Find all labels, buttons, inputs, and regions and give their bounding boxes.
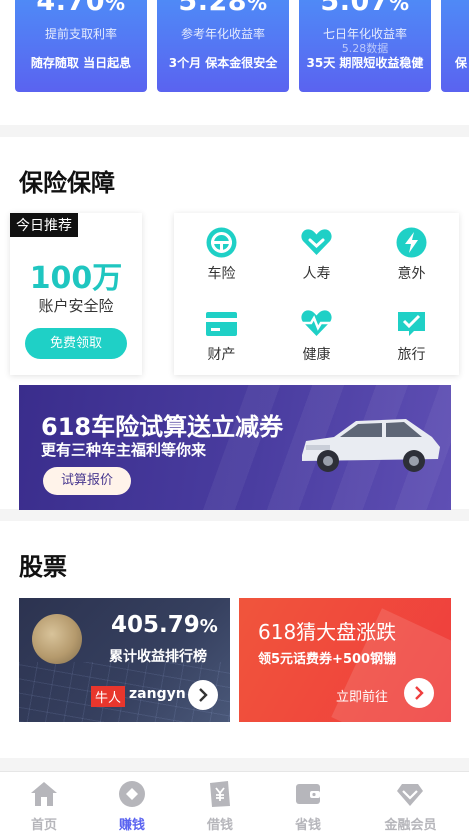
insurance-name: 账户安全险 bbox=[38, 297, 114, 315]
tab-earn[interactable]: 赚钱 bbox=[88, 772, 176, 837]
rate-desc: 随存随取 当日起息 bbox=[30, 56, 132, 70]
category-label: 财产 bbox=[207, 347, 236, 363]
heart-icon bbox=[301, 229, 332, 255]
tab-label: 借钱 bbox=[206, 818, 233, 833]
rate-desc: 保 bbox=[455, 56, 468, 70]
return-unit: % bbox=[199, 616, 218, 637]
rate-desc: 35天 期限短收益稳健 bbox=[306, 56, 424, 70]
yen-book-icon bbox=[210, 781, 230, 807]
chevron-right-icon bbox=[199, 688, 208, 702]
arrow-right-button[interactable] bbox=[188, 680, 218, 710]
insurance-category-grid: 车险 人寿 意外 财产 健康 旅行 bbox=[174, 213, 459, 375]
free-claim-button[interactable]: 免费领取 bbox=[25, 328, 127, 359]
tab-borrow[interactable]: 借钱 bbox=[176, 772, 264, 837]
section-title: 股票 bbox=[19, 553, 67, 581]
ranking-card[interactable]: 405.79% 累计收益排行榜 牛人 zangyn bbox=[19, 598, 230, 722]
return-percent: 405.79 bbox=[111, 612, 200, 638]
rate-unit: % bbox=[389, 0, 410, 15]
category-travel[interactable]: 旅行 bbox=[364, 294, 459, 375]
category-car[interactable]: 车险 bbox=[174, 213, 269, 294]
rate-unit: % bbox=[105, 0, 126, 15]
home-icon bbox=[31, 782, 57, 806]
check-flag-icon bbox=[398, 312, 425, 336]
banner-headline: 618车险试算送立减券 bbox=[41, 413, 284, 441]
rate-value: 5.07 bbox=[320, 0, 390, 17]
guess-market-card[interactable]: 618猜大盘涨跌 领5元话费券+500钢镚 立即前往 bbox=[239, 598, 451, 722]
tab-save[interactable]: 省钱 bbox=[264, 772, 352, 837]
category-label: 人寿 bbox=[302, 266, 331, 282]
page: 4.70% 提前支取利率 随存随取 当日起息 5.28% 参考年化收益率 3个月… bbox=[0, 0, 469, 837]
rate-card-3[interactable]: 5.07% 七日年化收益率 5.28数据 35天 期限短收益稳健 bbox=[299, 0, 431, 92]
rate-card-2[interactable]: 5.28% 参考年化收益率 3个月 保本金很安全 bbox=[157, 0, 289, 92]
rate-value: 5.28 bbox=[178, 0, 248, 17]
username: zangyn bbox=[129, 686, 186, 702]
tab-membership[interactable]: 金融会员 bbox=[352, 772, 469, 837]
card-icon bbox=[206, 312, 237, 336]
rate-value: 4.70 bbox=[36, 0, 106, 17]
quote-button[interactable]: 试算报价 bbox=[43, 467, 131, 495]
diamond-icon bbox=[397, 784, 423, 806]
lightning-icon bbox=[396, 227, 427, 258]
category-property[interactable]: 财产 bbox=[174, 294, 269, 375]
category-health[interactable]: 健康 bbox=[269, 294, 364, 375]
rate-card-1[interactable]: 4.70% 提前支取利率 随存随取 当日起息 bbox=[15, 0, 147, 92]
car-illustration bbox=[302, 419, 440, 472]
tab-home[interactable]: 首页 bbox=[0, 772, 88, 837]
category-accident[interactable]: 意外 bbox=[364, 213, 459, 294]
category-life[interactable]: 人寿 bbox=[269, 213, 364, 294]
expert-tag: 牛人 bbox=[91, 686, 126, 707]
insurance-amount: 100万 bbox=[29, 261, 123, 296]
car-insurance-banner[interactable]: 618车险试算送立减券 更有三种车主福利等你来 试算报价 bbox=[19, 385, 451, 510]
rate-cards-row[interactable]: 4.70% 提前支取利率 随存随取 当日起息 5.28% 参考年化收益率 3个月… bbox=[0, 0, 469, 125]
section-title: 保险保障 bbox=[19, 169, 115, 197]
guess-subtitle: 领5元话费券+500钢镚 bbox=[258, 652, 397, 667]
tab-label: 赚钱 bbox=[118, 818, 145, 833]
category-label: 旅行 bbox=[397, 347, 426, 363]
wallet-icon bbox=[296, 784, 320, 804]
category-label: 健康 bbox=[302, 347, 331, 363]
guess-title: 618猜大盘涨跌 bbox=[258, 620, 397, 644]
today-recommend-tag: 今日推荐 bbox=[10, 213, 78, 237]
rate-desc: 3个月 保本金很安全 bbox=[168, 56, 278, 70]
coin-icon bbox=[119, 781, 145, 807]
rate-label: 提前支取利率 bbox=[44, 27, 117, 41]
ranking-label: 累计收益排行榜 bbox=[109, 649, 207, 665]
rate-unit: % bbox=[247, 0, 268, 15]
avatar bbox=[32, 614, 82, 664]
category-label: 意外 bbox=[397, 266, 426, 282]
bottom-tab-bar: 首页 赚钱 借钱 省钱 金融会员 bbox=[0, 771, 469, 837]
banner-subline: 更有三种车主福利等你来 bbox=[41, 441, 207, 459]
tab-label: 金融会员 bbox=[384, 818, 437, 833]
go-now-label: 立即前往 bbox=[336, 690, 389, 705]
tab-label: 省钱 bbox=[294, 818, 321, 833]
featured-insurance-card[interactable]: 今日推荐 100万 账户安全险 免费领取 bbox=[10, 213, 142, 375]
category-label: 车险 bbox=[207, 266, 236, 282]
rate-card-4[interactable]: 保 bbox=[441, 0, 469, 92]
steering-wheel-icon bbox=[206, 227, 237, 258]
arrow-right-button[interactable] bbox=[404, 678, 434, 708]
rate-label: 参考年化收益率 bbox=[180, 27, 265, 41]
heart-pulse-icon bbox=[301, 310, 332, 336]
chevron-right-icon bbox=[415, 686, 424, 700]
tab-label: 首页 bbox=[30, 818, 57, 833]
